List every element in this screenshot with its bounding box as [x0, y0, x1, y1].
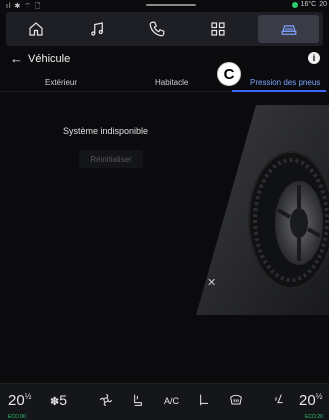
air-distribution-button[interactable]	[98, 392, 114, 411]
nav-vehicle-button[interactable]	[258, 15, 319, 43]
left-temp-unit: ½	[24, 392, 32, 401]
heated-seat-right-icon	[275, 394, 283, 404]
status-dot-icon	[291, 1, 298, 8]
tab-bar: Extérieur Habitacle Pression des pneus	[0, 72, 329, 92]
seat-button[interactable]	[196, 392, 212, 411]
right-temp-value: 20	[299, 392, 316, 409]
back-button[interactable]: ←	[10, 51, 23, 66]
nav-phone-button[interactable]	[127, 12, 188, 46]
nav-music-button[interactable]	[67, 12, 128, 46]
nav-apps-button[interactable]	[188, 12, 249, 46]
music-note-icon	[91, 22, 103, 36]
phone-icon	[150, 21, 165, 37]
home-icon	[29, 22, 43, 36]
reset-button[interactable]: Réinitialiser	[79, 150, 143, 168]
tab-exterieur[interactable]: Extérieur	[45, 78, 77, 87]
defrost-icon	[230, 394, 242, 405]
active-tab-indicator	[232, 90, 326, 92]
fan-speed-value: 5	[59, 392, 68, 408]
left-eco-label: ECO 00	[8, 414, 26, 420]
car-icon	[281, 25, 297, 35]
seat-heat-left-button[interactable]	[130, 392, 146, 411]
fan-icon: ✽	[50, 396, 60, 408]
tab-pression-des-pneus[interactable]: Pression des pneus	[250, 78, 320, 87]
fan-recirculate-icon	[100, 394, 112, 406]
windshield-defrost-button[interactable]	[228, 392, 244, 411]
right-eco-label: ECO 20	[305, 414, 323, 420]
nav-home-button[interactable]	[6, 12, 67, 46]
callout-marker: C	[217, 62, 241, 86]
tab-habitacle[interactable]: Habitacle	[155, 78, 188, 87]
ac-button[interactable]: A/C	[164, 396, 179, 406]
close-icon[interactable]: ✕	[207, 276, 216, 289]
clock: 20	[319, 1, 327, 8]
top-navigation	[6, 12, 323, 46]
right-temperature[interactable]: 20½	[299, 392, 322, 409]
drag-handle[interactable]	[146, 4, 196, 6]
outside-temperature: 16°C	[300, 1, 317, 8]
left-temp-value: 20	[8, 392, 25, 409]
right-temp-unit: ½	[315, 392, 323, 401]
status-message: Système indisponible	[63, 126, 149, 136]
status-bar: ıl ✱ ⌔ 🗋 16°C 20	[0, 0, 329, 12]
left-temperature[interactable]: 20½	[8, 392, 31, 409]
status-right: 16°C 20	[291, 1, 327, 8]
seat-icon	[200, 394, 208, 406]
info-icon[interactable]: i	[308, 52, 320, 64]
seat-heat-right-button[interactable]	[270, 392, 286, 411]
page-title: Véhicule	[28, 53, 71, 65]
fan-speed[interactable]: ✽5	[50, 392, 67, 408]
page-header: ← Véhicule i	[0, 46, 329, 72]
heated-seat-icon	[134, 394, 142, 406]
grid-icon	[211, 22, 225, 36]
climate-bar: 20½ ECO 00 ✽5 A/C 20½ ECO 20	[0, 383, 329, 420]
